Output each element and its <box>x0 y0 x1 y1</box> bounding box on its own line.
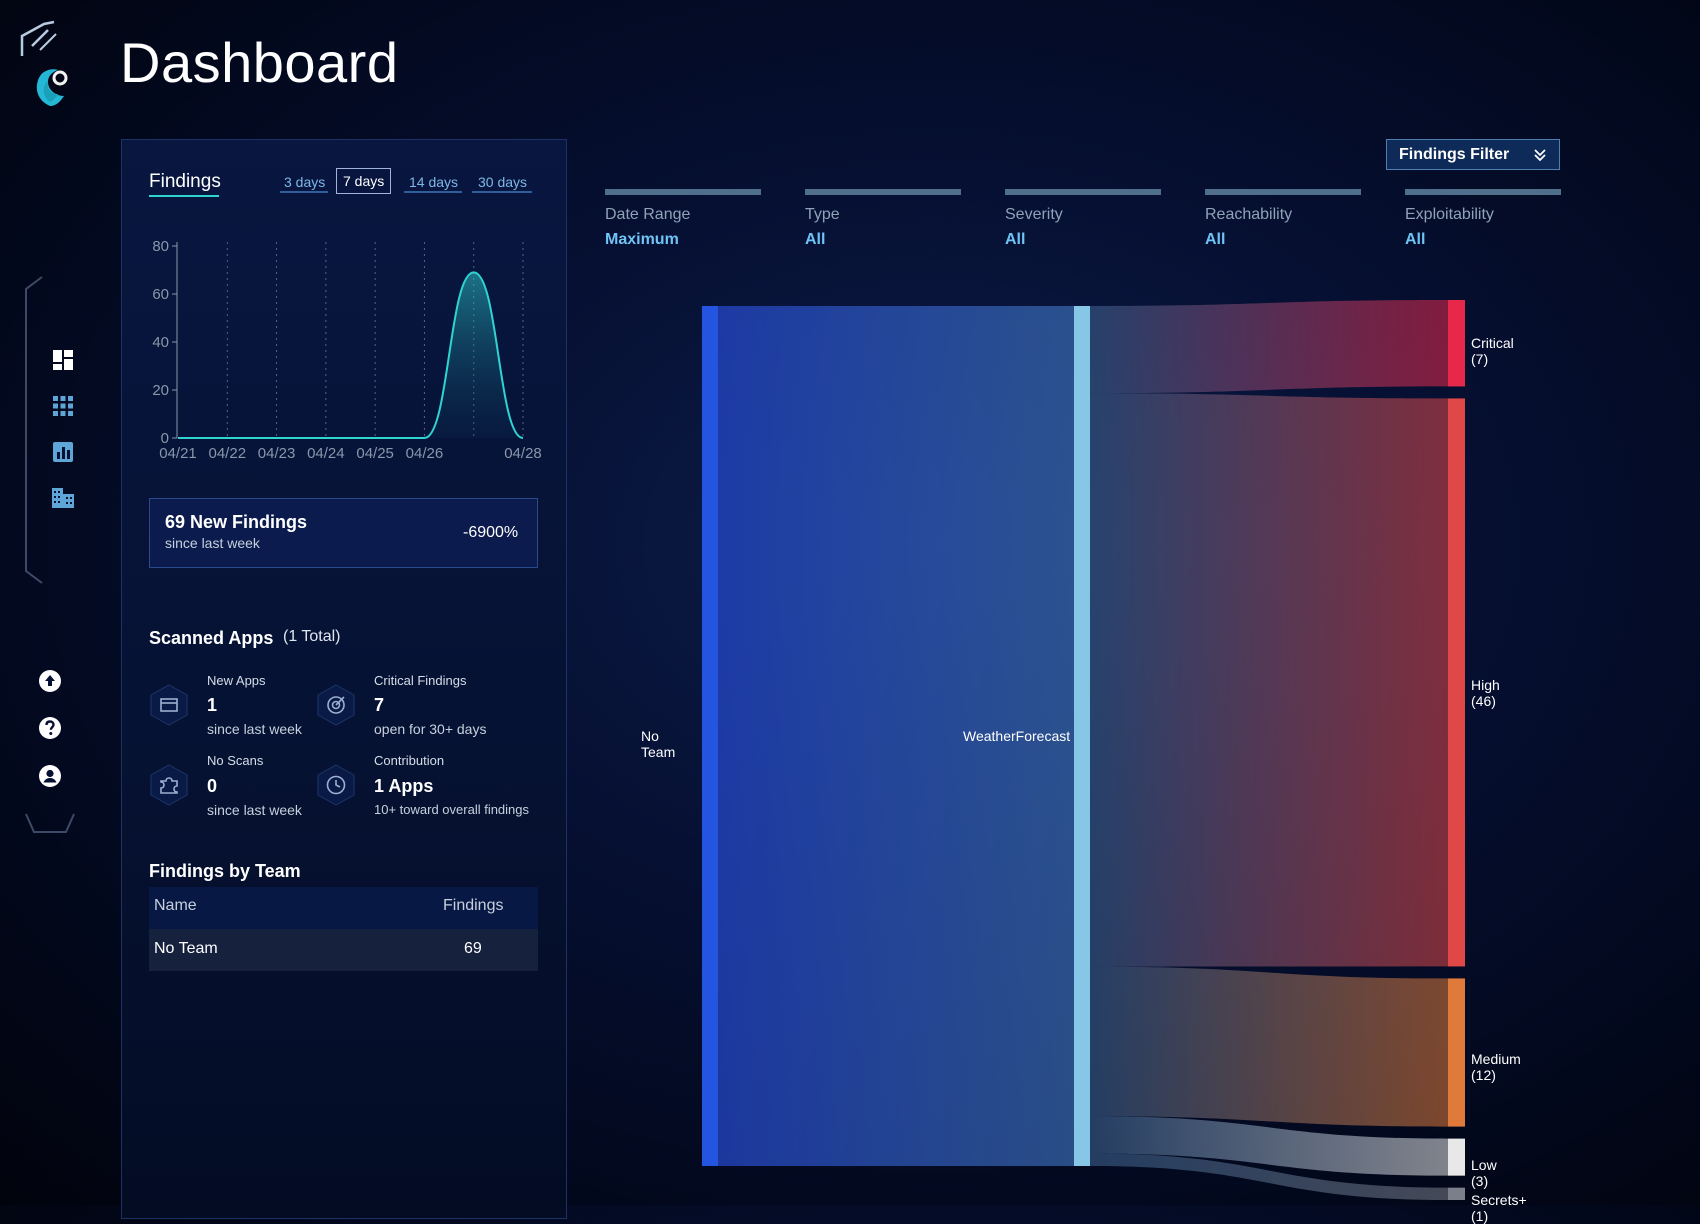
apps-grid-icon[interactable] <box>50 393 76 419</box>
sankey-node-target[interactable] <box>1448 978 1465 1127</box>
stat-value-no-scans: 0 <box>207 776 218 796</box>
new-findings-change: -6900% <box>463 524 519 541</box>
stat-value-critical-findings: 7 <box>374 695 385 715</box>
sankey-target-secrets: Secrets+ (1) <box>1471 1192 1527 1224</box>
new-findings-subtext: since last week <box>165 535 260 551</box>
rail-footer-bracket-icon <box>24 812 76 836</box>
sankey-target-medium: Medium (12) <box>1471 1051 1521 1083</box>
sankey-flow-target <box>1090 300 1448 394</box>
filter-label-severity: Severity <box>1005 206 1063 223</box>
filter-label-exploitability: Exploitability <box>1405 206 1494 223</box>
new-findings-headline: 69 New Findings <box>165 512 308 532</box>
stat-label-contribution: Contribution <box>374 753 445 768</box>
tab-underline <box>280 191 328 193</box>
sankey-node-target[interactable] <box>1448 1187 1465 1200</box>
filter-value-severity[interactable]: All <box>1005 231 1025 249</box>
stat-value-new-apps: 1 <box>207 695 218 715</box>
page-title: Dashboard <box>120 31 399 94</box>
user-account-icon[interactable] <box>37 763 63 789</box>
findings-title: Findings <box>149 171 221 192</box>
filter-label-reachability: Reachability <box>1205 206 1293 223</box>
filter-bar-severity <box>1005 189 1161 195</box>
team-row-findings: 69 <box>464 940 482 957</box>
sankey-node-source[interactable] <box>702 306 718 1166</box>
chart-x-tick: 04/26 <box>406 445 444 462</box>
findings-by-team-title: Findings by Team <box>149 861 301 881</box>
brand-logo-icon <box>30 66 70 108</box>
double-chevron-down-icon <box>1533 147 1547 168</box>
logo-mark-icon <box>18 20 62 60</box>
chart-y-tick: 40 <box>152 334 169 351</box>
tab-7-days[interactable]: 7 days <box>336 168 392 194</box>
stat-sub-no-scans: since last week <box>207 802 302 818</box>
stat-sub-contribution: 10+ toward overall findings <box>374 802 530 817</box>
chart-x-tick: 04/22 <box>209 445 247 462</box>
sankey-node-target[interactable] <box>1448 398 1465 967</box>
filter-label-date-range: Date Range <box>605 206 691 223</box>
stat-sub-new-apps: since last week <box>207 721 302 737</box>
severity-sankey-chart <box>702 300 1465 1200</box>
bar-chart-icon[interactable] <box>50 439 76 465</box>
organization-icon[interactable] <box>50 485 76 511</box>
sankey-node-middle[interactable] <box>1074 306 1090 1166</box>
sankey-node-target[interactable] <box>1448 300 1465 387</box>
filter-bar-exploitability <box>1405 189 1561 195</box>
scanned-apps-total: (1 Total) <box>283 628 341 645</box>
sankey-flow-target <box>1090 966 1448 1127</box>
chart-x-tick: 04/24 <box>307 445 345 462</box>
sankey-flow-target <box>1090 393 1448 967</box>
puzzle-icon <box>149 763 189 807</box>
team-col-name: Name <box>154 897 197 914</box>
sankey-target-low: Low (3) <box>1471 1157 1497 1189</box>
left-rail <box>0 0 100 1205</box>
filter-bar-type <box>805 189 961 195</box>
chart-x-tick: 04/25 <box>356 445 394 462</box>
chart-x-tick: 04/23 <box>258 445 296 462</box>
sankey-target-high: High (46) <box>1471 677 1500 709</box>
stat-label-no-scans: No Scans <box>207 753 264 768</box>
findings-area <box>178 272 523 438</box>
filter-bar-reachability <box>1205 189 1361 195</box>
team-row-name: No Team <box>154 940 218 957</box>
filter-value-type[interactable]: All <box>805 231 825 249</box>
sankey-node-target[interactable] <box>1448 1138 1465 1176</box>
chart-x-tick: 04/28 <box>504 445 542 462</box>
chart-y-tick: 20 <box>152 382 169 399</box>
sankey-middle-label: WeatherForecast <box>963 728 1071 744</box>
tab-underline <box>472 191 532 193</box>
help-icon[interactable] <box>37 715 63 741</box>
findings-filter-label: Findings Filter <box>1399 145 1510 163</box>
window-icon <box>149 683 189 727</box>
findings-filter-button[interactable]: Findings Filter <box>1386 139 1560 170</box>
filter-bar-date-range <box>605 189 761 195</box>
findings-title-underline <box>149 195 219 197</box>
clock-icon <box>316 763 356 807</box>
findings-trend-chart: 020406080 04/21 04/22 04/23 04/24 04/25 04/26… <box>152 238 542 462</box>
stat-value-contribution: 1 Apps <box>374 776 434 796</box>
team-col-findings: Findings <box>443 897 504 914</box>
target-icon <box>316 683 356 727</box>
sankey-target-critical: Critical (7) <box>1471 335 1514 367</box>
sankey-source-label: No Team <box>641 728 676 760</box>
chart-y-tick: 80 <box>152 238 169 255</box>
stat-label-new-apps: New Apps <box>207 673 266 688</box>
filter-label-type: Type <box>805 206 840 223</box>
chart-x-tick: 04/21 <box>159 445 197 462</box>
chart-y-tick: 60 <box>152 286 169 303</box>
upload-icon[interactable] <box>37 668 63 694</box>
scanned-apps-title: Scanned Apps <box>149 628 274 648</box>
tab-underline <box>404 191 462 193</box>
dashboard-icon[interactable] <box>50 347 76 373</box>
filter-value-exploitability[interactable]: All <box>1405 231 1425 249</box>
stat-label-critical-findings: Critical Findings <box>374 673 467 688</box>
stat-sub-critical-findings: open for 30+ days <box>374 721 487 737</box>
filter-value-date-range[interactable]: Maximum <box>605 231 679 249</box>
filter-value-reachability[interactable]: All <box>1205 231 1225 249</box>
rail-bracket-icon <box>20 275 46 585</box>
